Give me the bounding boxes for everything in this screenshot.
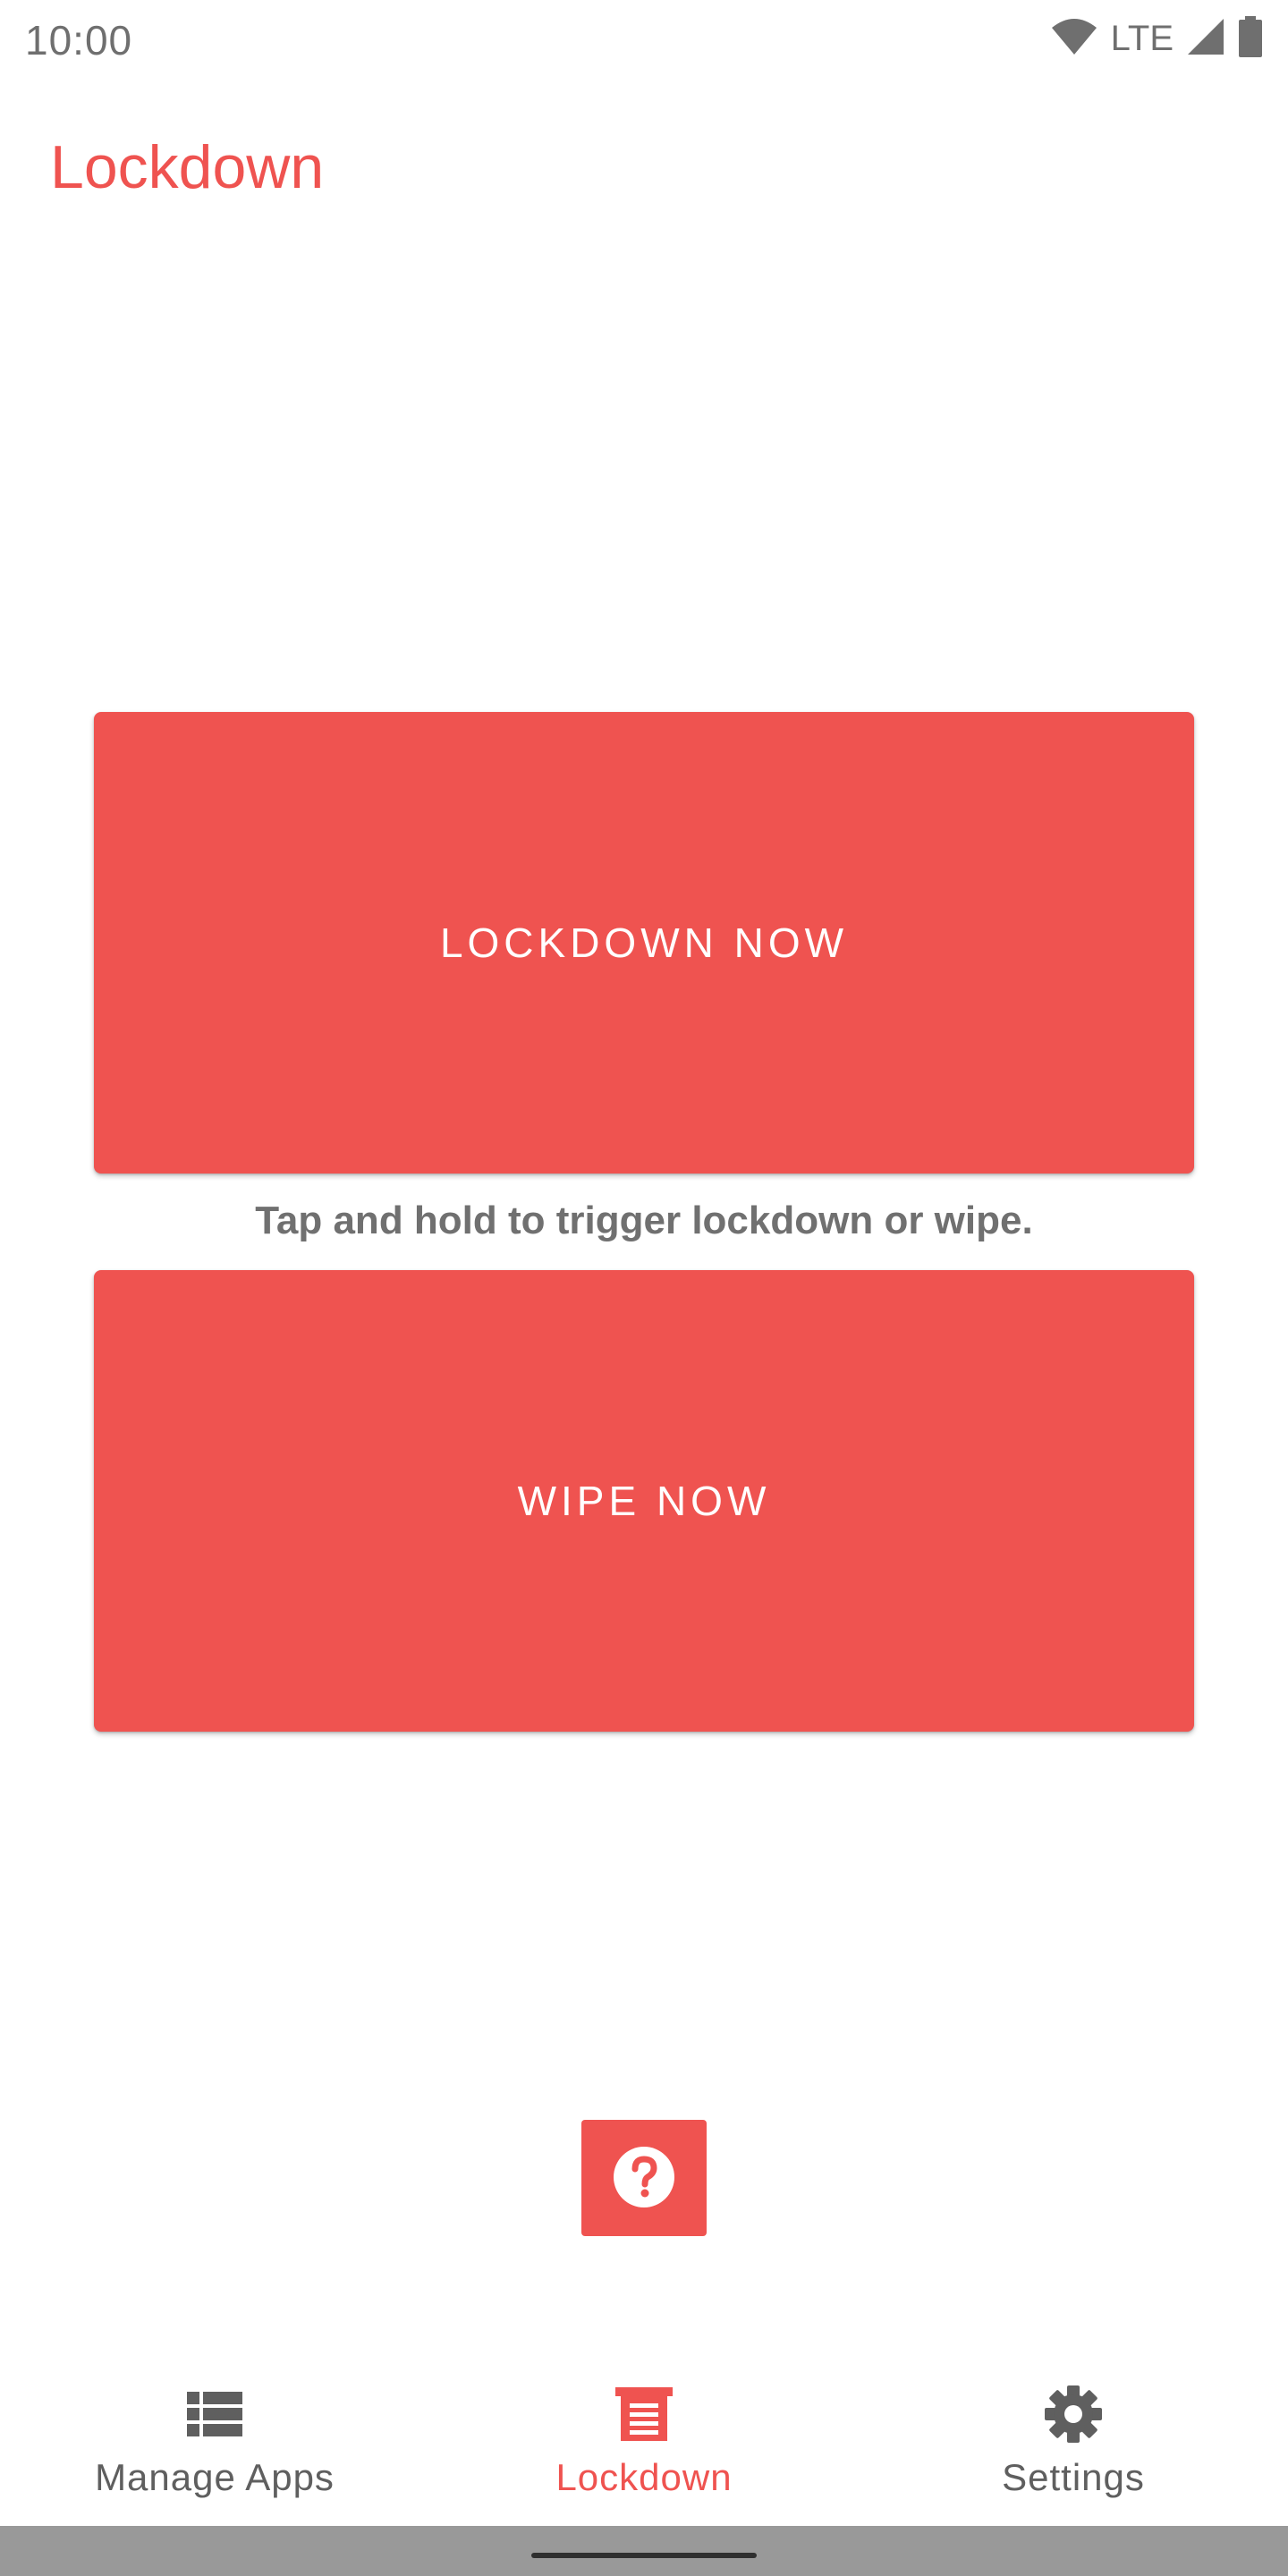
system-gesture-bar <box>0 2526 1288 2576</box>
lockdown-now-label: LOCKDOWN NOW <box>439 919 849 966</box>
status-time: 10:00 <box>25 17 133 64</box>
list-icon <box>185 2385 244 2444</box>
status-bar: 10:00 LTE <box>0 0 1288 77</box>
battery-icon <box>1238 15 1263 62</box>
nav-item-settings[interactable]: Settings <box>859 2352 1288 2526</box>
gear-icon <box>1044 2385 1103 2444</box>
wipe-now-label: WIPE NOW <box>517 1478 771 1524</box>
wifi-icon <box>1050 17 1098 61</box>
bottom-navigation: Manage Apps Lockdown Settings <box>0 2352 1288 2526</box>
signal-icon <box>1186 17 1225 61</box>
nav-label-settings: Settings <box>1002 2456 1145 2498</box>
help-button[interactable] <box>581 2120 707 2236</box>
nav-label-manage-apps: Manage Apps <box>95 2456 335 2498</box>
nav-label-lockdown: Lockdown <box>555 2456 733 2498</box>
network-type-label: LTE <box>1110 18 1174 58</box>
gesture-handle[interactable] <box>531 2553 757 2558</box>
nav-item-lockdown[interactable]: Lockdown <box>429 2352 859 2526</box>
lockdown-now-button[interactable]: LOCKDOWN NOW <box>94 712 1194 1174</box>
nav-item-manage-apps[interactable]: Manage Apps <box>0 2352 429 2526</box>
page-title: Lockdown <box>50 133 325 201</box>
status-icons: LTE <box>1050 15 1263 62</box>
hint-text: Tap and hold to trigger lockdown or wipe… <box>255 1199 1033 1242</box>
lockdown-icon <box>614 2385 674 2444</box>
wipe-now-button[interactable]: WIPE NOW <box>94 1270 1194 1732</box>
help-circle-icon <box>612 2145 676 2212</box>
